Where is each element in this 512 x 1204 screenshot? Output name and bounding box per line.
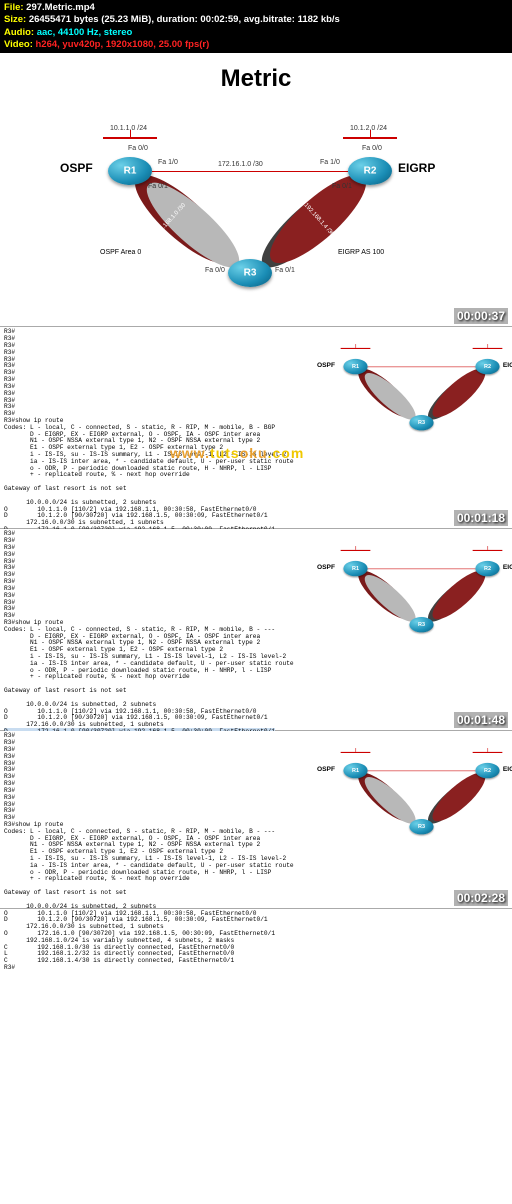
if-r2-fa01: Fa 0/1 [332,183,352,190]
if-r1-fa00: Fa 0/0 [128,145,148,152]
if-r1-fa10: Fa 1/0 [158,159,178,166]
if-r3-fa01: Fa 0/1 [275,267,295,274]
if-r2-fa00: Fa 0/0 [362,145,382,152]
media-info-header: File: 297.Metric.mp4 Size: 26455471 byte… [0,0,512,53]
network-diagram: 10.1.1.0 /24 10.1.2.0 /24 172.16.1.0 /30… [0,99,512,319]
timestamp-2: 00:01:18 [454,510,508,526]
timestamp-4: 00:02:28 [454,890,508,906]
ospf-area-label: OSPF Area 0 [100,249,141,256]
frame-2: R3# R3# R3# R3# R3# R3# R3# R3# R3# R3# … [0,327,512,529]
watermark: www.tutsoku.com [170,445,304,461]
timestamp-1: 00:00:37 [454,308,508,324]
video-label: Video: [4,39,33,50]
if-r1-fa01: Fa 0/1 [148,183,168,190]
eigrp-as-label: EIGRP AS 100 [338,249,384,256]
size-label: Size: [4,14,26,25]
subnet-right-bar [343,137,397,139]
file-name: 297.Metric.mp4 [26,2,95,13]
video-value: h264, yuv420p, 1920x1080, 25.00 fps(r) [36,39,210,50]
ospf-label: OSPF [60,161,93,175]
link-top-label: 172.16.1.0 /30 [218,161,263,168]
frame-3: R3# R3# R3# R3# R3# R3# R3# R3# R3# R3# … [0,529,512,731]
network-diagram-small-3: OSPF EIGRP [284,529,504,617]
file-label: File: [4,2,24,13]
frame-4: R3# R3# R3# R3# R3# R3# R3# R3# R3# R3# … [0,731,512,909]
subnet-right-label: 10.1.2.0 /24 [350,125,387,132]
if-r3-fa00: Fa 0/0 [205,267,225,274]
subnet-left-bar [103,137,157,139]
if-r2-fa10: Fa 1/0 [320,159,340,166]
eigrp-label: EIGRP [398,161,435,175]
audio-label: Audio: [4,27,34,38]
network-diagram-small-2: OSPF EIGRP [284,327,504,415]
frame-1: Metric 10.1.1.0 /24 10.1.2.0 /24 172.16.… [0,53,512,327]
slide-title: Metric [0,53,512,99]
subnet-left-label: 10.1.1.0 /24 [110,125,147,132]
audio-value: aac, 44100 Hz, stereo [37,27,133,38]
network-diagram-small-4: OSPF EIGRP [284,731,504,819]
size-value: 26455471 bytes (25.23 MiB), duration: 00… [29,14,340,25]
timestamp-3: 00:01:48 [454,712,508,728]
